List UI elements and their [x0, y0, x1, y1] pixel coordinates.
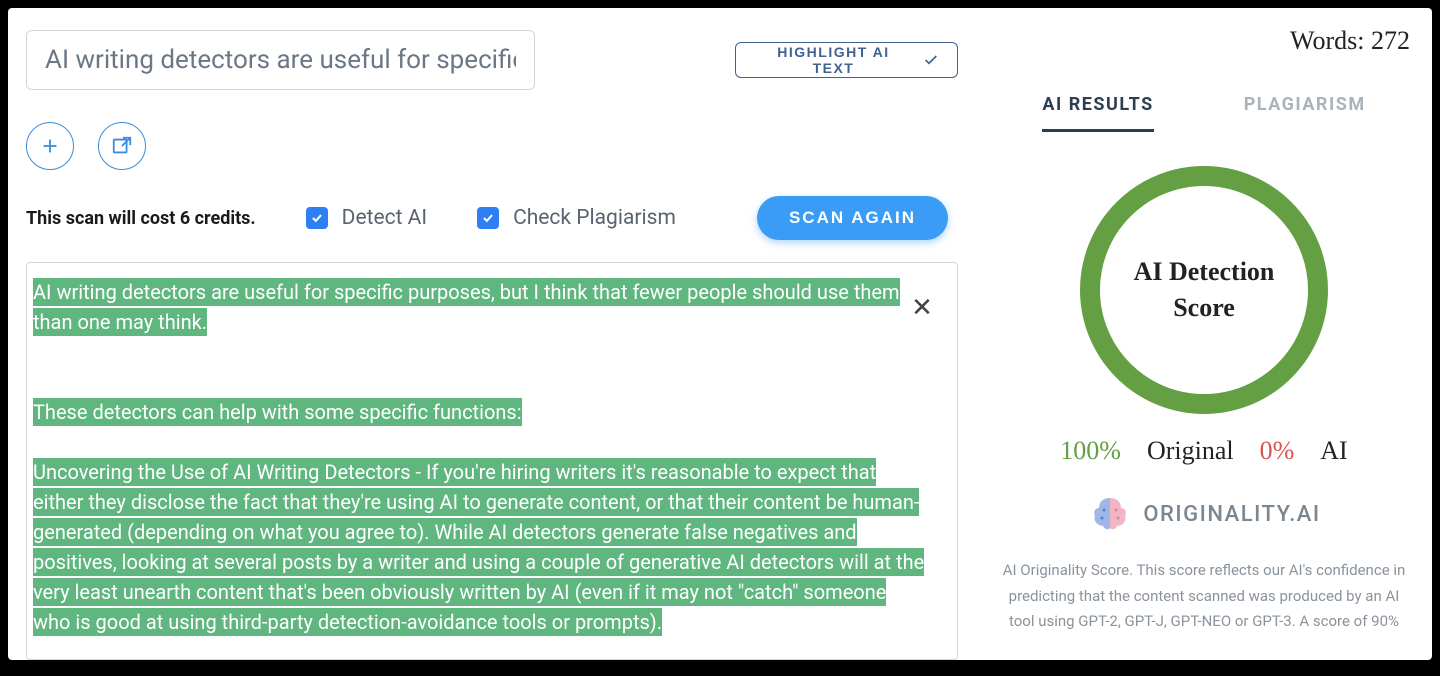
- ai-label: AI: [1320, 436, 1347, 466]
- score-label: Score: [1173, 290, 1235, 326]
- word-count: Words: 272: [1290, 26, 1410, 56]
- checkbox-icon: [306, 207, 328, 229]
- close-icon[interactable]: ✕: [909, 295, 935, 321]
- content-textarea[interactable]: ✕ AI writing detectors are useful for sp…: [26, 262, 958, 660]
- export-button[interactable]: [98, 122, 146, 170]
- highlight-button-label: HIGHLIGHT AI TEXT: [754, 44, 913, 76]
- scan-again-button[interactable]: SCAN AGAIN: [757, 196, 948, 240]
- tab-ai-results[interactable]: AI RESULTS: [1042, 94, 1153, 132]
- check-plagiarism-label: Check Plagiarism: [513, 206, 676, 230]
- title-input[interactable]: [26, 30, 535, 90]
- brain-icon: [1087, 494, 1133, 534]
- checkbox-icon: [477, 207, 499, 229]
- ai-percent: 0%: [1260, 436, 1295, 466]
- brand-name: ORIGINALITY.AI: [1143, 502, 1320, 527]
- tab-plagiarism[interactable]: PLAGIARISM: [1244, 94, 1366, 132]
- highlighted-text: These detectors can help with some speci…: [33, 398, 522, 426]
- original-percent: 100%: [1060, 436, 1121, 466]
- export-icon: [111, 135, 133, 157]
- score-percentages: 100% Original 0% AI: [1060, 436, 1347, 466]
- detect-ai-label: Detect AI: [342, 206, 427, 230]
- credit-cost-label: This scan will cost 6 credits.: [26, 208, 256, 229]
- highlighted-text: Uncovering the Use of AI Writing Detecto…: [33, 458, 924, 636]
- brand-logo: ORIGINALITY.AI: [1087, 494, 1320, 534]
- detect-ai-checkbox[interactable]: Detect AI: [306, 206, 427, 230]
- highlighted-text: AI writing detectors are useful for spec…: [33, 278, 900, 336]
- original-label: Original: [1147, 436, 1234, 466]
- plus-icon: [39, 135, 61, 157]
- score-description: AI Originality Score. This score reflect…: [998, 558, 1410, 635]
- check-plagiarism-checkbox[interactable]: Check Plagiarism: [477, 206, 676, 230]
- add-button[interactable]: [26, 122, 74, 170]
- score-label: AI Detection: [1134, 254, 1275, 290]
- ai-detection-score-circle: AI Detection Score: [1080, 166, 1328, 414]
- highlight-ai-text-button[interactable]: HIGHLIGHT AI TEXT: [735, 42, 958, 78]
- checkmark-icon: [923, 52, 939, 68]
